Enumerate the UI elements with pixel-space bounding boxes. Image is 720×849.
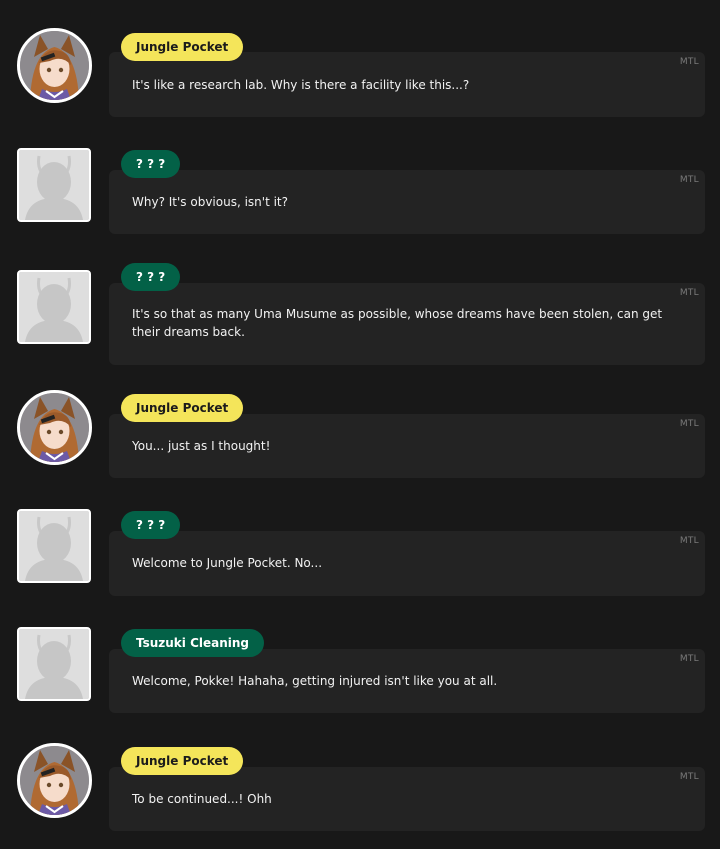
message-text: It's so that as many Uma Musume as possi… <box>132 307 663 339</box>
speaker-name-tag: Jungle Pocket <box>121 747 244 775</box>
mtl-tag: MTL <box>679 536 699 546</box>
message-text: You... just as I thought! <box>132 439 271 453</box>
mtl-tag: MTL <box>679 175 699 185</box>
unknown-avatar-icon <box>17 627 91 701</box>
message-text: To be continued...! Ohh <box>132 792 272 806</box>
mtl-tag: MTL <box>679 654 699 664</box>
jungle-pocket-avatar-icon <box>17 743 92 818</box>
speaker-name-tag: Jungle Pocket <box>121 394 244 422</box>
message-text: Welcome to Jungle Pocket. No... <box>132 556 323 570</box>
jungle-pocket-avatar-icon <box>17 390 92 465</box>
message-bubble: MTL You... just as I thought! <box>109 414 705 478</box>
message-bubble: MTL Welcome to Jungle Pocket. No... <box>109 531 705 596</box>
mtl-tag: MTL <box>679 57 699 67</box>
message-text: Why? It's obvious, isn't it? <box>132 195 289 209</box>
unknown-avatar-icon <box>17 270 91 344</box>
speaker-name-tag: Tsuzuki Cleaning <box>121 629 265 657</box>
mtl-tag: MTL <box>679 772 699 782</box>
message-bubble: MTL It's so that as many Uma Musume as p… <box>109 283 705 365</box>
message-bubble: MTL To be continued...! Ohh <box>109 767 705 831</box>
message-bubble: MTL Welcome, Pokke! Hahaha, getting inju… <box>109 649 705 713</box>
speaker-name-tag: ? ? ? <box>121 150 181 178</box>
message-bubble: MTL It's like a research lab. Why is the… <box>109 52 705 117</box>
mtl-tag: MTL <box>679 419 699 429</box>
chat-log: { "mtl_label": "MTL", "messages": [ {"sp… <box>0 0 720 849</box>
unknown-avatar-icon <box>17 148 91 222</box>
message-bubble: MTL Why? It's obvious, isn't it? <box>109 170 705 234</box>
speaker-name-tag: ? ? ? <box>121 511 181 539</box>
unknown-avatar-icon <box>17 509 91 583</box>
jungle-pocket-avatar-icon <box>17 28 92 103</box>
message-text: It's like a research lab. Why is there a… <box>132 78 470 92</box>
speaker-name-tag: Jungle Pocket <box>121 33 244 61</box>
mtl-tag: MTL <box>679 288 699 298</box>
speaker-name-tag: ? ? ? <box>121 263 181 291</box>
message-text: Welcome, Pokke! Hahaha, getting injured … <box>132 674 498 688</box>
